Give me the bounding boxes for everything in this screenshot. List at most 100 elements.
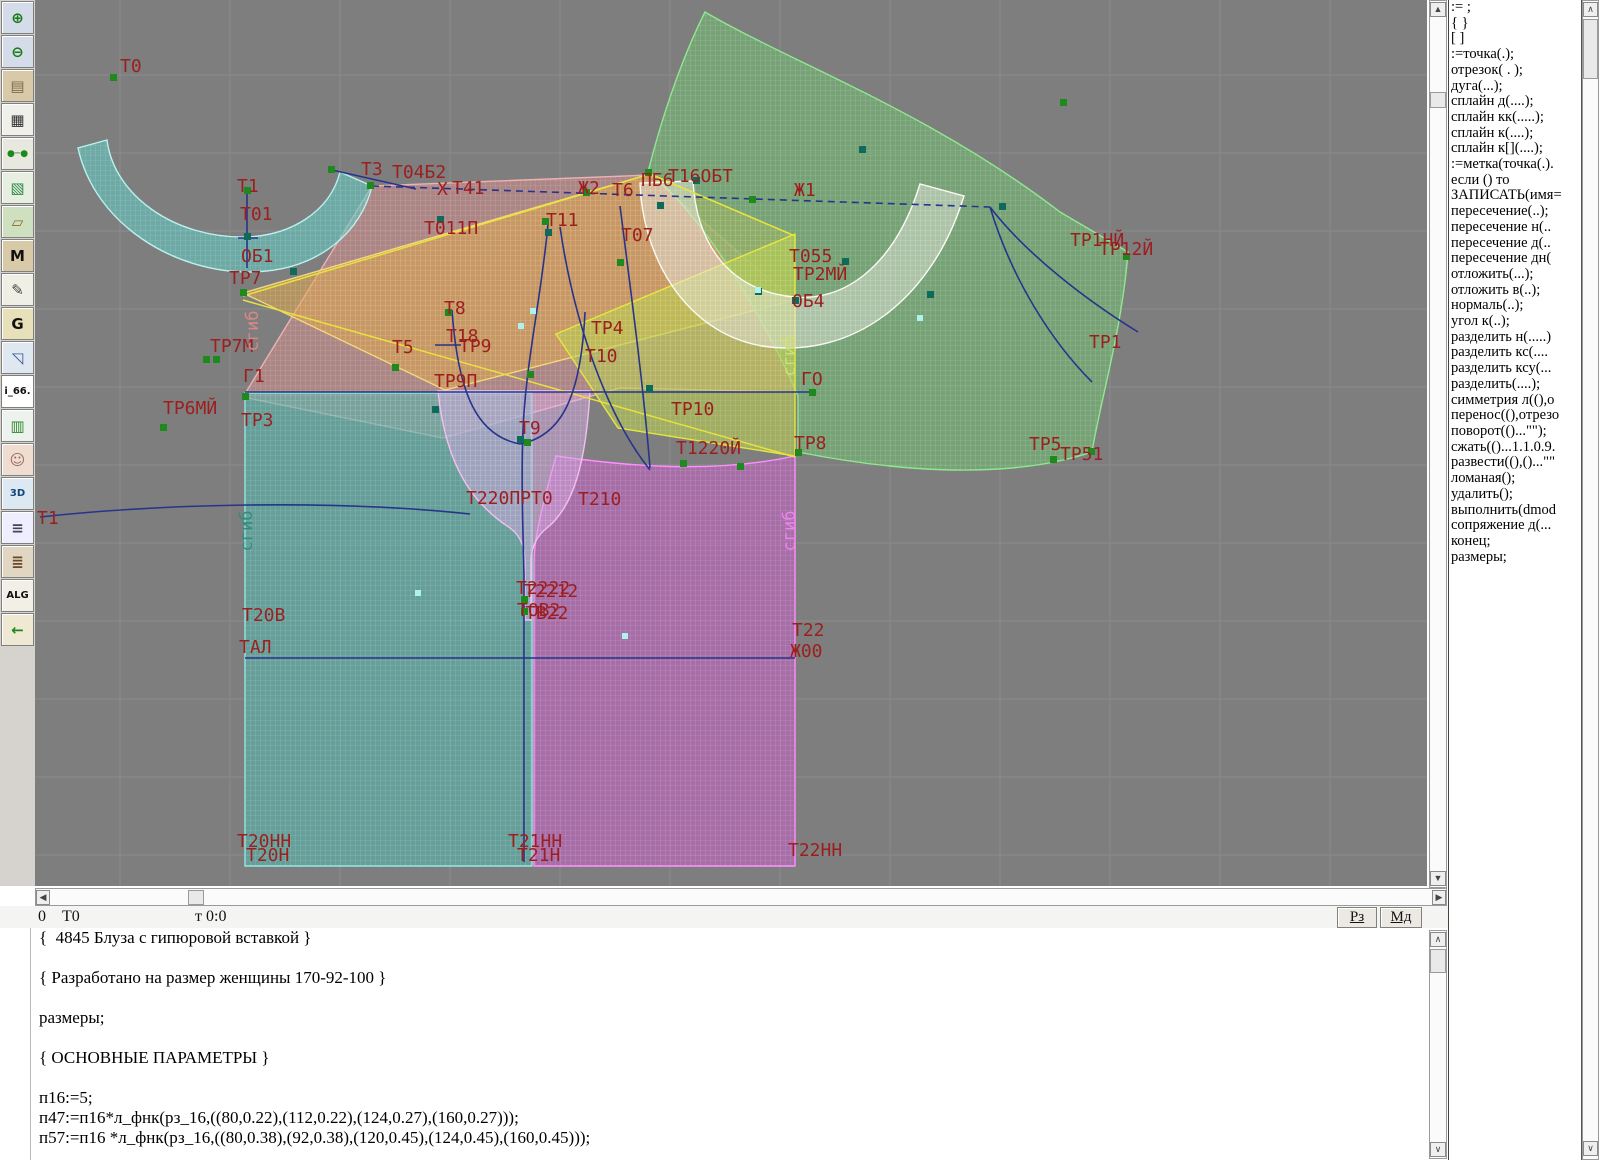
panel-vscroll-thumb[interactable]	[1583, 19, 1598, 79]
label-i66[interactable]: i_66.	[1, 375, 34, 408]
point-marker-teal[interactable]	[657, 202, 664, 209]
command-item[interactable]: пересечение д(..	[1449, 236, 1581, 252]
canvas-scroll-down-icon[interactable]: ▼	[1430, 871, 1446, 886]
command-item[interactable]: конец;	[1449, 534, 1581, 550]
panel-vscrollbar[interactable]	[1582, 0, 1599, 1160]
point-marker-green[interactable]	[617, 259, 624, 266]
command-item[interactable]: угол к(..);	[1449, 314, 1581, 330]
editor-vscroll-thumb[interactable]	[1430, 949, 1446, 973]
command-item[interactable]: [ ]	[1449, 31, 1581, 47]
point-marker-teal[interactable]	[927, 291, 934, 298]
command-item[interactable]: разделить н(.....)	[1449, 330, 1581, 346]
point-marker-green[interactable]	[367, 182, 374, 189]
command-item[interactable]: :=точка(.);	[1449, 47, 1581, 63]
command-item[interactable]: удалить();	[1449, 487, 1581, 503]
point-marker-green[interactable]	[749, 196, 756, 203]
canvas-scroll-up-icon[interactable]: ▲	[1430, 2, 1446, 17]
point-marker-green[interactable]	[203, 356, 210, 363]
editor-scroll-up-icon[interactable]: ∧	[1430, 932, 1446, 947]
command-item[interactable]: отложить(...);	[1449, 267, 1581, 283]
command-item[interactable]: развести((),()...""	[1449, 455, 1581, 471]
command-item[interactable]: :=метка(точка(.).	[1449, 157, 1581, 173]
command-item[interactable]: пересечение(..);	[1449, 204, 1581, 220]
command-item[interactable]: сжать(()...1.1.0.9.	[1449, 440, 1581, 456]
point-marker-cyan[interactable]	[622, 633, 628, 639]
point-marker-teal[interactable]	[290, 268, 297, 275]
command-item[interactable]: дуга(...);	[1449, 79, 1581, 95]
point-marker-teal[interactable]	[244, 233, 251, 240]
canvas-vscroll-thumb[interactable]	[1430, 92, 1446, 108]
command-item[interactable]: разделить ксу(...	[1449, 361, 1581, 377]
command-item[interactable]: сплайн к(....);	[1449, 126, 1581, 142]
point-marker-green[interactable]	[524, 439, 531, 446]
command-item[interactable]: размеры;	[1449, 550, 1581, 566]
grid-icon[interactable]: ▦	[1, 103, 34, 136]
panel-scroll-up-icon[interactable]: ∧	[1583, 2, 1598, 17]
command-item[interactable]: отложить в(..);	[1449, 283, 1581, 299]
drafting-tools-icon[interactable]: ✎	[1, 273, 34, 306]
measure-icon[interactable]: ●─●	[1, 137, 34, 170]
canvas-scroll-right-icon[interactable]: ▶	[1432, 890, 1446, 905]
export-icon[interactable]: ←	[1, 613, 34, 646]
pattern-sheet-icon[interactable]: ▱	[1, 205, 34, 238]
point-marker-green[interactable]	[1060, 99, 1067, 106]
canvas-hscroll-thumb[interactable]	[188, 890, 204, 905]
point-marker-green[interactable]	[213, 356, 220, 363]
point-marker-teal[interactable]	[432, 406, 439, 413]
point-marker-cyan[interactable]	[917, 315, 923, 321]
command-item[interactable]: перенос((),отрезо	[1449, 408, 1581, 424]
sketch-sheet-icon[interactable]: ▤	[1, 69, 34, 102]
command-item[interactable]: { }	[1449, 16, 1581, 32]
point-marker-green[interactable]	[240, 289, 247, 296]
canvas-hscrollbar[interactable]	[35, 888, 1447, 906]
command-item[interactable]: поворот(()..."");	[1449, 424, 1581, 440]
point-marker-green[interactable]	[527, 371, 534, 378]
table-sheet-icon[interactable]: ▥	[1, 409, 34, 442]
point-marker-teal[interactable]	[999, 203, 1006, 210]
command-item[interactable]: сплайн к[](....);	[1449, 141, 1581, 157]
canvas-scroll-left-icon[interactable]: ◀	[36, 890, 50, 905]
command-item[interactable]: ломаная();	[1449, 471, 1581, 487]
blueprint-icon[interactable]: ◹	[1, 341, 34, 374]
point-marker-cyan[interactable]	[755, 287, 761, 293]
point-marker-green[interactable]	[160, 424, 167, 431]
zoom-in-icon[interactable]: ⊕	[1, 1, 34, 34]
editor-scroll-down-icon[interactable]: ∨	[1430, 1142, 1446, 1157]
md-button[interactable]: Мд	[1380, 907, 1422, 928]
point-marker-teal[interactable]	[646, 385, 653, 392]
rz-button[interactable]: Рз	[1337, 907, 1377, 928]
zoom-out-icon[interactable]: ⊖	[1, 35, 34, 68]
command-item[interactable]: отрезок( . );	[1449, 63, 1581, 79]
point-marker-green[interactable]	[242, 393, 249, 400]
command-item[interactable]: пересечение н(..	[1449, 220, 1581, 236]
canvas-vscrollbar[interactable]	[1429, 0, 1447, 888]
point-marker-cyan[interactable]	[530, 308, 536, 314]
command-item[interactable]: пересечение дн(	[1449, 251, 1581, 267]
point-marker-green[interactable]	[809, 389, 816, 396]
point-marker-green[interactable]	[110, 74, 117, 81]
point-marker-green[interactable]	[1050, 456, 1057, 463]
model-photo-icon[interactable]: ☺	[1, 443, 34, 476]
command-item[interactable]: сопряжение д(...	[1449, 518, 1581, 534]
command-item[interactable]: разделить(....);	[1449, 377, 1581, 393]
point-marker-green[interactable]	[328, 166, 335, 173]
command-item[interactable]: симметрия л((),о	[1449, 393, 1581, 409]
command-item[interactable]: := ;	[1449, 0, 1581, 16]
command-item[interactable]: сплайн кк(.....);	[1449, 110, 1581, 126]
program-editor[interactable]: { 4845 Блуза с гипюровой вставкой } { Ра…	[30, 928, 1429, 1160]
point-marker-cyan[interactable]	[518, 323, 524, 329]
books-icon[interactable]: ≣	[1, 545, 34, 578]
notes-icon[interactable]: ≡	[1, 511, 34, 544]
view-3d-icon[interactable]: 3D	[1, 477, 34, 510]
command-item[interactable]: разделить кс(....	[1449, 345, 1581, 361]
point-marker-cyan[interactable]	[415, 590, 421, 596]
command-item[interactable]: ЗАПИСАТЬ(имя=	[1449, 188, 1581, 204]
point-marker-green[interactable]	[737, 463, 744, 470]
pattern-canvas[interactable]: Т0Т1Т01ОБ1ТР7Т3Т04Б2ХТ41Т011ПТ11Т07Ж2Т6П…	[35, 0, 1427, 886]
point-marker-green[interactable]	[680, 460, 687, 467]
command-item[interactable]: если () то	[1449, 173, 1581, 189]
pattern-m-icon[interactable]: M	[1, 239, 34, 272]
map-sheet-icon[interactable]: ▧	[1, 171, 34, 204]
panel-scroll-down-icon[interactable]: ∨	[1583, 1141, 1598, 1156]
point-marker-teal[interactable]	[859, 146, 866, 153]
